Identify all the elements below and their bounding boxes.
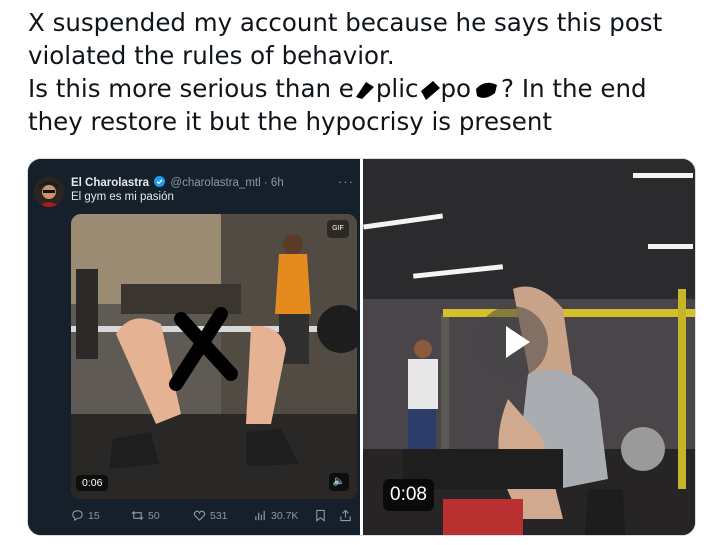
share-button[interactable] [339, 509, 352, 522]
avatar [34, 177, 64, 207]
like-icon [193, 510, 206, 521]
post-text: X suspended my account because he says t… [28, 6, 708, 138]
gym-video-frame [71, 214, 357, 499]
like-count: 531 [210, 509, 228, 522]
tweet-caption: El gym es mi pasión [71, 191, 174, 203]
repost-icon [131, 510, 144, 521]
post-line-3-end: ? In the end [501, 74, 647, 103]
bookmark-icon [316, 509, 325, 522]
reply-count: 15 [88, 509, 100, 522]
post-line-1: X suspended my account because he says t… [28, 8, 663, 37]
author-row: El Charolastra @charolastra_mtl · 6h [71, 176, 284, 189]
embedded-video[interactable]: GIF 0:06 🔈 [71, 214, 357, 499]
post-line-2: violated the rules of behavior. [28, 41, 395, 70]
reply-icon [72, 510, 83, 522]
more-icon[interactable]: ··· [338, 174, 354, 189]
censor-scribble-icon [476, 82, 498, 98]
post-line-3-fragment-1: plic [375, 74, 419, 103]
views-icon [255, 510, 265, 521]
embedded-tweet-screenshot[interactable]: El Charolastra @charolastra_mtl · 6h ···… [28, 159, 360, 535]
media-grid: El Charolastra @charolastra_mtl · 6h ···… [27, 158, 696, 536]
author-name[interactable]: El Charolastra [71, 177, 149, 189]
post-line-3-start: Is this more serious than e [28, 74, 354, 103]
separator: · [260, 177, 271, 189]
post-line-4: they restore it but the hypocrisy is pre… [28, 107, 552, 136]
video-timestamp-right: 0:08 [383, 479, 434, 511]
views-count: 30.7K [271, 509, 299, 522]
repost-button[interactable]: 50 [131, 509, 160, 522]
censor-scribble-icon [420, 81, 440, 100]
gym-video-right[interactable]: 0:08 [363, 159, 695, 535]
reply-button[interactable]: 15 [71, 509, 100, 522]
views-button[interactable]: 30.7K [254, 509, 298, 522]
bookmark-button[interactable] [314, 509, 327, 522]
actions-bar: 15 50 531 30.7K [71, 509, 359, 529]
gif-badge: GIF [327, 220, 349, 238]
time-ago: 6h [270, 177, 284, 189]
post-line-3: Is this more serious than e plic po ? In th… [28, 72, 708, 105]
like-button[interactable]: 531 [193, 509, 228, 522]
verified-icon [154, 176, 166, 187]
share-icon [340, 509, 351, 522]
post-line-3-fragment-2: po [440, 74, 472, 103]
volume-icon[interactable]: 🔈 [329, 473, 349, 491]
censor-scribble-icon [355, 82, 374, 99]
repost-count: 50 [148, 509, 160, 522]
play-icon[interactable] [476, 306, 548, 378]
video-timestamp: 0:06 [76, 475, 109, 491]
author-handle[interactable]: @charolastra_mtl [170, 177, 260, 189]
